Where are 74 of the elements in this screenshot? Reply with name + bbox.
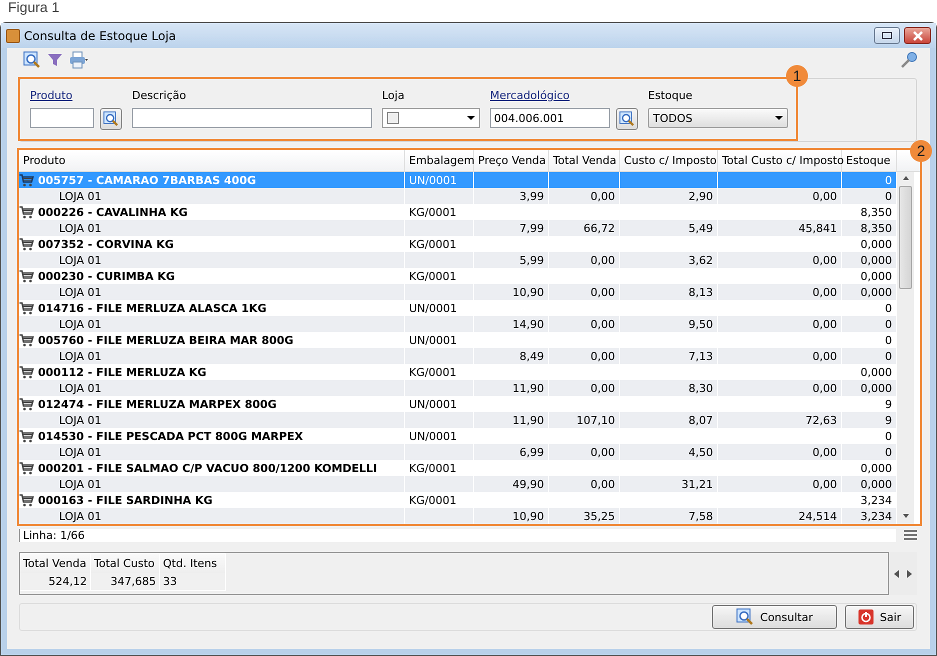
- window-title: Consulta de Estoque Loja: [24, 28, 176, 42]
- cart-icon: [19, 462, 34, 475]
- field-label: Descrição: [132, 89, 188, 102]
- scroll-left-icon[interactable]: [894, 570, 899, 578]
- filter-icon[interactable]: [47, 52, 63, 68]
- table-cell: 524,12: [20, 573, 91, 591]
- column-header[interactable]: Produto: [19, 150, 405, 171]
- row-counter: Linha: 1/66: [19, 528, 896, 542]
- produto-field[interactable]: [30, 108, 94, 128]
- table-cell: 10,90: [474, 508, 549, 524]
- column-header[interactable]: Total Venda: [549, 150, 620, 171]
- product-name: 014716 - FILE MERLUZA ALASCA 1KG: [38, 301, 266, 316]
- figure-caption: Figura 1: [7, 0, 60, 17]
- table-cell: 24,514: [718, 508, 842, 524]
- cart-icon: [19, 334, 34, 347]
- search-button[interactable]: [616, 108, 638, 130]
- table-cell: 35,25: [549, 508, 620, 524]
- printer-icon[interactable]: [69, 51, 89, 69]
- caret-icon: [467, 116, 475, 120]
- table-cell: 33: [160, 573, 226, 591]
- search-button[interactable]: [100, 108, 122, 130]
- column-header[interactable]: Total Custo c/ Imposto: [718, 150, 842, 171]
- field-label: Estoque: [648, 89, 694, 102]
- cart-icon: [19, 366, 34, 379]
- callout-badge: 2: [910, 140, 932, 162]
- product-name: 007352 - CORVINA KG: [38, 237, 174, 252]
- descricao-field[interactable]: [132, 108, 372, 128]
- cart-icon: [19, 430, 34, 443]
- cart-icon: [19, 494, 34, 507]
- cart-icon: [19, 238, 34, 251]
- column-header[interactable]: Embalagem: [405, 150, 474, 171]
- vertical-scrollbar[interactable]: [897, 172, 914, 524]
- close-icon: [910, 30, 924, 40]
- product-name: 014530 - FILE PESCADA PCT 800G MARPEX: [38, 429, 303, 444]
- table-cell: 7,58: [620, 508, 718, 524]
- callout-badge: 1: [786, 65, 808, 87]
- product-name: 000163 - FILE SARDINHA KG: [38, 493, 213, 508]
- search-icon: [736, 608, 754, 626]
- product-name: 000226 - CAVALINHA KG: [38, 205, 188, 220]
- estoque-dropdown[interactable]: TODOS: [648, 108, 788, 128]
- menu-icon[interactable]: [904, 530, 917, 540]
- search-icon[interactable]: [23, 51, 41, 69]
- table-cell: 347,685: [91, 573, 160, 591]
- mercadologico-field[interactable]: 004.006.001: [490, 108, 610, 128]
- column-header: Qtd. Itens: [160, 553, 226, 573]
- restore-button[interactable]: [874, 27, 900, 44]
- mercadologico-link[interactable]: Mercadológico: [490, 89, 638, 102]
- sair-button[interactable]: Sair: [845, 605, 914, 629]
- cart-icon: [19, 302, 34, 315]
- app-icon: [6, 28, 20, 42]
- consultar-button[interactable]: Consultar: [712, 605, 837, 629]
- product-name: 000112 - FILE MERLUZA KG: [38, 365, 206, 380]
- product-name: 005757 - CAMARAO 7BARBAS 400G: [38, 173, 256, 188]
- column-header[interactable]: Estoque: [842, 150, 897, 171]
- table-cell: LOJA 01: [19, 508, 405, 524]
- field-label: Loja: [382, 89, 406, 102]
- product-name: 000201 - FILE SALMAO C/P VACUO 800/1200 KOMDELLI: [38, 461, 378, 476]
- product-name: 005760 - FILE MERLUZA BEIRA MAR 800G: [38, 333, 294, 348]
- column-header[interactable]: Custo c/ Imposto: [620, 150, 718, 171]
- power-icon: [858, 609, 874, 625]
- cart-icon: [19, 270, 34, 283]
- column-header: Total Custo: [91, 553, 160, 573]
- cart-icon: [19, 398, 34, 411]
- cart-icon: [19, 206, 34, 219]
- close-button[interactable]: [904, 27, 931, 44]
- loja-dropdown[interactable]: [382, 108, 480, 128]
- produto-link[interactable]: Produto: [30, 89, 122, 102]
- column-header[interactable]: Preço Venda: [474, 150, 549, 171]
- column-header: Total Venda: [20, 553, 91, 573]
- product-name: 000230 - CURIMBA KG: [38, 269, 175, 284]
- cart-icon: [19, 174, 34, 187]
- checkbox[interactable]: [387, 112, 399, 124]
- scroll-right-icon[interactable]: [907, 570, 912, 578]
- product-name: 012474 - FILE MERLUZA MARPEX 800G: [38, 397, 277, 412]
